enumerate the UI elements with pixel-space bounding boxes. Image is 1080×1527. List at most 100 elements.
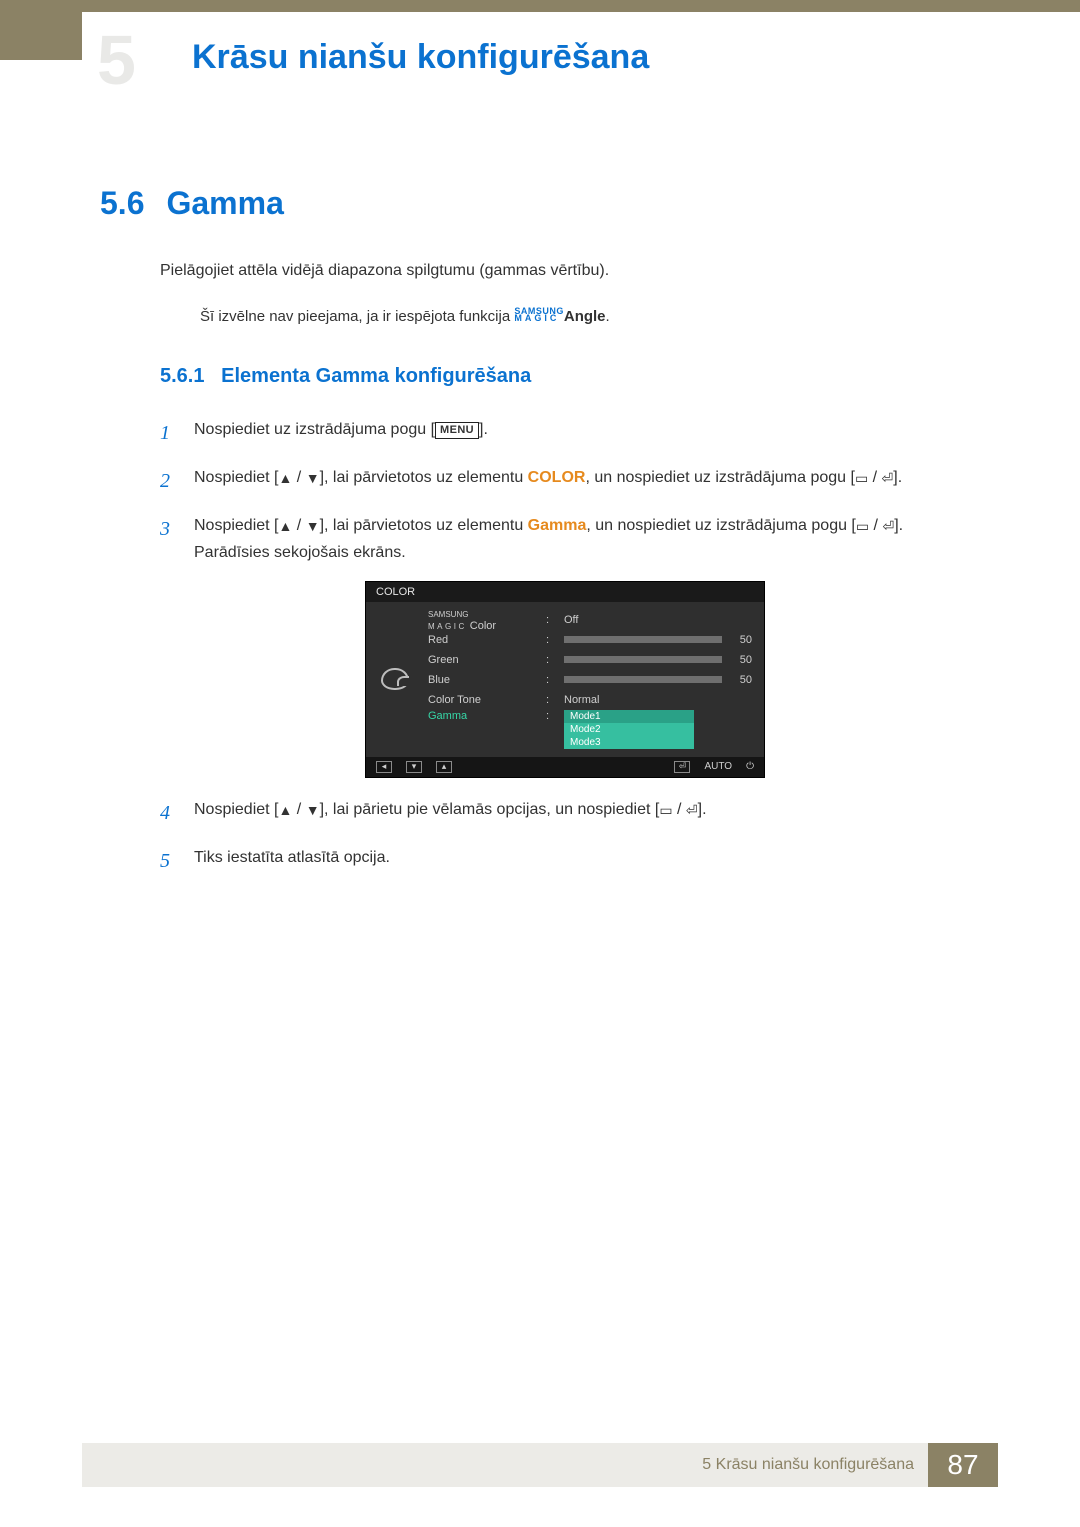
source-icon: ▭ <box>659 799 672 823</box>
enter-icon: ⏎ <box>674 761 690 773</box>
osd-footer-right: ⏎ AUTO ⏻ <box>674 761 754 773</box>
dropdown-option: Mode3 <box>564 736 694 749</box>
subsection-heading: 5.6.1 Elementa Gamma konfigurēšana <box>100 365 970 388</box>
slider-bar <box>564 656 722 663</box>
osd-value: 50 <box>564 634 752 646</box>
step-number: 3 <box>160 512 176 566</box>
value-text: Off <box>564 614 578 626</box>
step-text: Nospiediet [▲ / ▼], lai pārietu pie vēla… <box>194 796 970 830</box>
osd-settings: SAMSUNGMAGIC Color : Off Red : 50 <box>424 602 764 757</box>
steps-list: 1 Nospiediet uz izstrādājuma pogu [MENU]… <box>100 416 970 877</box>
samsung-magic-label: SAMSUNGMAGIC <box>514 308 564 322</box>
text: ]. <box>698 801 707 818</box>
note-pre: Šī izvēlne nav pieejama, ja ir iespējota… <box>200 308 514 325</box>
source-icon: ▭ <box>855 467 868 491</box>
osd-label: Color Tone <box>428 694 538 706</box>
osd-value: 50 <box>564 654 752 666</box>
step-2: 2 Nospiediet [▲ / ▼], lai pārvietotos uz… <box>160 464 970 498</box>
subsection-title: Elementa Gamma konfigurēšana <box>221 365 531 387</box>
text: ]. <box>479 421 488 438</box>
osd-row-magic-color: SAMSUNGMAGIC Color : Off <box>428 610 752 630</box>
power-icon: ⏻ <box>746 761 754 772</box>
menu-button-icon: MENU <box>435 422 479 439</box>
page-content: 5.6 Gamma Pielāgojiet attēla vidējā diap… <box>100 185 970 892</box>
note-post: Angle <box>564 308 606 325</box>
colon: : <box>546 634 556 646</box>
left-icon: ◂ <box>376 761 392 773</box>
section-title: Gamma <box>166 185 283 222</box>
step-number: 1 <box>160 416 176 450</box>
osd-row-gamma: Gamma : Mode1 Mode2 Mode3 <box>428 710 752 749</box>
osd-label: Green <box>428 654 538 666</box>
keyword-gamma: Gamma <box>528 517 587 534</box>
value-number: 50 <box>730 674 752 686</box>
subsection-number: 5.6.1 <box>160 365 204 387</box>
gamma-dropdown: Mode1 Mode2 Mode3 <box>564 710 694 749</box>
osd-row-color-tone: Color Tone : Normal <box>428 690 752 710</box>
samsung-magic-small: SAMSUNGMAGIC <box>428 610 468 631</box>
note-text: Šī izvēlne nav pieejama, ja ir iespējota… <box>100 308 970 325</box>
osd-row-blue: Blue : 50 <box>428 670 752 690</box>
osd-row-green: Green : 50 <box>428 650 752 670</box>
section-number: 5.6 <box>100 185 144 222</box>
auto-label: AUTO <box>704 761 732 772</box>
step-4: 4 Nospiediet [▲ / ▼], lai pārietu pie vē… <box>160 796 970 830</box>
palette-icon <box>381 668 409 690</box>
text: Nospiediet [ <box>194 517 279 534</box>
osd-value: Mode1 Mode2 Mode3 <box>564 710 752 749</box>
text: Nospiediet [ <box>194 469 279 486</box>
value-number: 50 <box>730 634 752 646</box>
step-5: 5 Tiks iestatīta atlasītā opcija. <box>160 844 970 878</box>
footer-page-number: 87 <box>928 1443 998 1487</box>
brand-bottom: MAGIC <box>428 622 467 631</box>
step-text: Nospiediet uz izstrādājuma pogu [MENU]. <box>194 416 970 450</box>
osd-row-red: Red : 50 <box>428 630 752 650</box>
chapter-number-watermark: 5 <box>97 20 136 100</box>
page-footer: 5 Krāsu nianšu konfigurēšana 87 <box>82 1443 998 1487</box>
osd-label-highlight: Gamma <box>428 710 538 722</box>
enter-icon: ⏎ <box>882 515 894 539</box>
colon: : <box>546 674 556 686</box>
osd-footer-left: ◂ ▾ ▴ <box>376 761 452 773</box>
text: , un nospiediet uz izstrādājuma pogu [ <box>586 517 856 534</box>
text: ], lai pārvietotos uz elementu <box>320 517 528 534</box>
step-3: 3 Nospiediet [▲ / ▼], lai pārvietotos uz… <box>160 512 970 566</box>
step-1: 1 Nospiediet uz izstrādājuma pogu [MENU]… <box>160 416 970 450</box>
down-icon: ▼ <box>306 799 320 823</box>
section-intro: Pielāgojiet attēla vidējā diapazona spil… <box>100 262 970 280</box>
footer-chapter-label: 5 Krāsu nianšu konfigurēšana <box>702 1456 928 1474</box>
colon: : <box>546 694 556 706</box>
dropdown-option-selected: Mode1 <box>564 710 694 723</box>
up-icon: ▲ <box>279 515 293 539</box>
osd-footer: ◂ ▾ ▴ ⏎ AUTO ⏻ <box>366 757 764 777</box>
note-end: . <box>606 308 610 325</box>
step-number: 4 <box>160 796 176 830</box>
osd-label: Red <box>428 634 538 646</box>
text: , un nospiediet uz izstrādājuma pogu [ <box>585 469 855 486</box>
text: ], lai pārvietotos uz elementu <box>320 469 528 486</box>
dropdown-option: Mode2 <box>564 723 694 736</box>
top-accent <box>82 0 1080 12</box>
value-number: 50 <box>730 654 752 666</box>
step-text: Nospiediet [▲ / ▼], lai pārvietotos uz e… <box>194 512 970 566</box>
step-text: Nospiediet [▲ / ▼], lai pārvietotos uz e… <box>194 464 970 498</box>
slider-bar <box>564 636 722 643</box>
side-accent <box>0 0 82 60</box>
osd-body: SAMSUNGMAGIC Color : Off Red : 50 <box>366 602 764 757</box>
down-icon: ▼ <box>306 467 320 491</box>
text: Nospiediet uz izstrādājuma pogu [ <box>194 421 435 438</box>
enter-icon: ⏎ <box>686 799 698 823</box>
brand-bottom: MAGIC <box>514 313 559 323</box>
osd-category-icon <box>366 602 424 757</box>
chapter-title: Krāsu nianšu konfigurēšana <box>192 38 649 77</box>
value-text: Normal <box>564 694 599 706</box>
step-text: Tiks iestatīta atlasītā opcija. <box>194 844 970 878</box>
osd-value: Normal <box>564 694 752 706</box>
osd-label: SAMSUNGMAGIC Color <box>428 608 538 632</box>
keyword-color: COLOR <box>528 469 586 486</box>
source-icon: ▭ <box>856 515 869 539</box>
label-text: Color <box>470 620 496 632</box>
osd-screenshot: COLOR SAMSUNGMAGIC Color : Off <box>160 581 970 778</box>
enter-icon: ⏎ <box>882 467 894 491</box>
colon: : <box>546 614 556 626</box>
